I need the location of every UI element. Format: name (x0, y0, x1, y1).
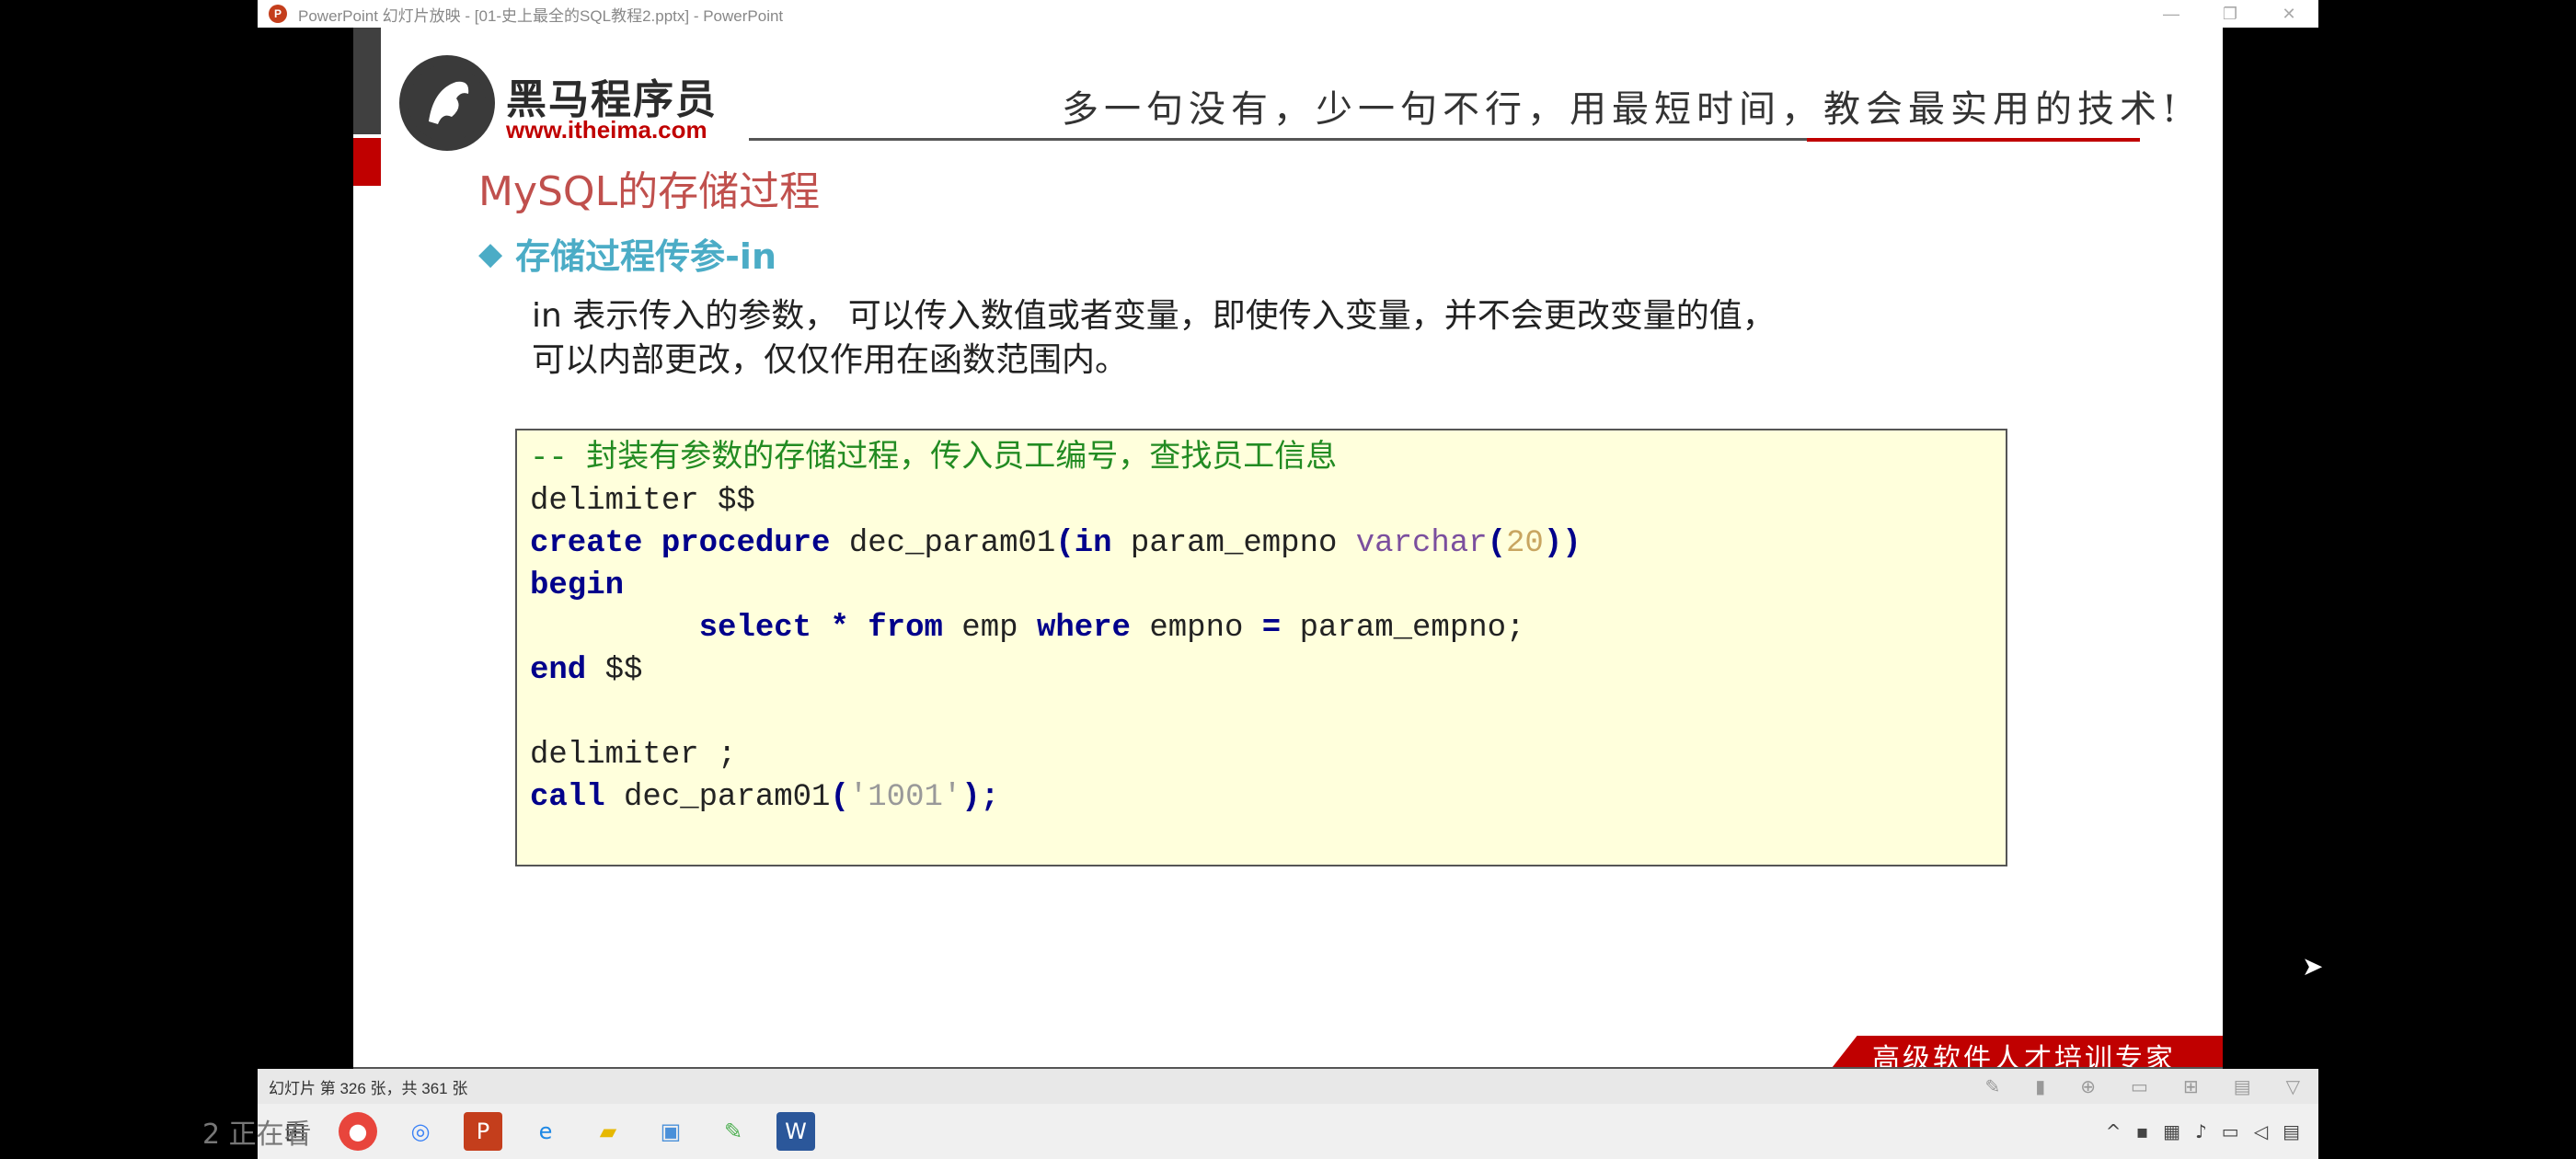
network-icon[interactable]: ▦ (2163, 1120, 2180, 1142)
folder-icon[interactable]: ▰ (589, 1112, 627, 1151)
reading-view-icon[interactable]: ▤ (2234, 1075, 2251, 1098)
description: in 表示传入的参数， 可以传入数值或者变量，即使传入变量，并不会更改变量的值，… (532, 294, 1776, 383)
code-line: select * from emp where empno = param_em… (530, 607, 1993, 649)
punct: )) (1543, 526, 1581, 561)
decorative-bar (353, 28, 381, 134)
slide[interactable]: 黑马程序员 www.itheima.com 多一句没有，少一句不行，用最短时间，… (353, 28, 2223, 1069)
keyword: create (530, 526, 643, 561)
punct: ); (961, 780, 1000, 815)
number: 20 (1506, 526, 1544, 561)
pen-icon[interactable]: ✎ (1984, 1075, 2000, 1098)
restore-button[interactable]: ❐ (2201, 0, 2260, 28)
diamond-bullet-icon: ◆ (478, 235, 503, 272)
identifier: empno (1130, 611, 1262, 646)
notification-icon[interactable]: ▤ (2283, 1120, 2300, 1142)
keyword: in (1074, 526, 1112, 561)
browser-icon[interactable]: ◎ (401, 1112, 440, 1151)
window-title: PowerPoint 幻灯片放映 - [01-史上最全的SQL教程2.pptx]… (298, 6, 784, 25)
slide-title: MySQL的存储过程 (478, 168, 821, 215)
code-line: create procedure dec_param01(in param_em… (530, 522, 1993, 565)
taskbar: ⊞ ● ◎ P e ▰ ▣ ✎ W ^ ▪ ▦ ♪ ▭ ◁ ▤ (258, 1104, 2318, 1159)
word-icon[interactable]: W (776, 1112, 815, 1151)
mouse-cursor-icon: ➤ (2302, 951, 2324, 981)
close-button[interactable]: ✕ (2260, 0, 2318, 28)
operator: = (1261, 611, 1282, 646)
edge-icon[interactable]: e (526, 1112, 565, 1151)
keyword: procedure (661, 526, 831, 561)
code-block: -- 封装有参数的存储过程，传入员工编号，查找员工信息 delimiter $$… (515, 429, 2007, 866)
identifier: dec_param01 (830, 526, 1056, 561)
decorative-bar-red (353, 138, 381, 186)
subtitle-text: 存储过程传参-in (515, 236, 777, 277)
view-controls: ✎ ▮ ⊕ ▭ ⊞ ▤ ▽ (1984, 1075, 2300, 1098)
code-line: begin (530, 568, 625, 603)
chevron-up-icon[interactable]: ^ (2106, 1120, 2122, 1142)
viewer-count-overlay: 2 正在看 (202, 1119, 312, 1151)
identifier: dec_param01 (604, 780, 831, 815)
description-line: 可以内部更改，仅仅作用在函数范围内。 (532, 341, 1129, 379)
minimize-button[interactable]: — (2142, 0, 2201, 28)
identifier: emp (942, 611, 1037, 646)
horse-logo-icon (399, 55, 495, 151)
string: '1001' (848, 780, 962, 815)
window-controls: — ❐ ✕ (2142, 0, 2318, 28)
keyword: from (868, 611, 943, 646)
slogan: 多一句没有，少一句不行，用最短时间，教会最实用的技术! (1062, 88, 2183, 131)
volume-icon[interactable]: ◁ (2254, 1120, 2268, 1142)
battery-icon[interactable]: ▭ (2222, 1120, 2239, 1142)
keyword: end (530, 653, 587, 688)
code-line: call dec_param01('1001'); (530, 776, 1993, 819)
code-line: delimiter $$ (530, 484, 755, 519)
normal-view-icon[interactable]: ▭ (2131, 1075, 2148, 1098)
powerpoint-taskbar-icon[interactable]: P (464, 1112, 502, 1151)
keyword: where (1036, 611, 1131, 646)
tray-app-icon[interactable]: ▪ (2136, 1120, 2149, 1142)
punct: ( (1055, 526, 1075, 561)
identifier: $$ (586, 653, 643, 688)
slide-sorter-icon[interactable]: ⊞ (2183, 1075, 2199, 1098)
punct: ( (830, 780, 849, 815)
keyword: call (530, 780, 605, 815)
identifier: param_empno (1111, 526, 1356, 561)
slide-counter: 幻灯片 第 326 张，共 361 张 (269, 1079, 468, 1097)
header-divider (749, 138, 1816, 141)
code-line: end $$ (530, 649, 1993, 692)
system-tray: ^ ▪ ▦ ♪ ▭ ◁ ▤ (2106, 1120, 2300, 1142)
chrome-icon[interactable]: ● (339, 1112, 377, 1151)
identifier: param_empno; (1281, 611, 1525, 646)
slideshow-icon[interactable]: ▽ (2286, 1075, 2300, 1098)
type: varchar (1355, 526, 1488, 561)
status-bar: 幻灯片 第 326 张，共 361 张 ✎ ▮ ⊕ ▭ ⊞ ▤ ▽ (258, 1069, 2318, 1104)
code-comment: -- 封装有参数的存储过程，传入员工编号，查找员工信息 (530, 442, 1338, 476)
footer-banner: 高级软件人才培训专家 (1825, 1036, 2223, 1069)
zoom-icon[interactable]: ⊕ (2080, 1075, 2096, 1098)
pointer-icon[interactable]: ▮ (2035, 1075, 2045, 1098)
slideshow-area: 黑马程序员 www.itheima.com 多一句没有，少一句不行，用最短时间，… (258, 28, 2318, 1069)
logo-url: www.itheima.com (506, 116, 707, 143)
slide-subtitle: ◆ 存储过程传参-in (478, 228, 776, 279)
punct: * (811, 611, 868, 646)
punct: ( (1487, 526, 1507, 561)
microphone-icon[interactable]: ♪ (2195, 1120, 2207, 1142)
title-bar: P PowerPoint 幻灯片放映 - [01-史上最全的SQL教程2.ppt… (258, 0, 2318, 28)
keyword: select (698, 611, 812, 646)
powerpoint-icon: P (269, 5, 287, 23)
powerpoint-window: P PowerPoint 幻灯片放映 - [01-史上最全的SQL教程2.ppt… (258, 0, 2318, 1159)
code-line: delimiter ; (530, 738, 737, 773)
header-divider-accent (1807, 138, 2140, 142)
remote-desktop-icon[interactable]: ▣ (651, 1112, 690, 1151)
description-line: in 表示传入的参数， 可以传入数值或者变量，即使传入变量，并不会更改变量的值， (532, 297, 1776, 335)
paint-icon[interactable]: ✎ (714, 1112, 753, 1151)
